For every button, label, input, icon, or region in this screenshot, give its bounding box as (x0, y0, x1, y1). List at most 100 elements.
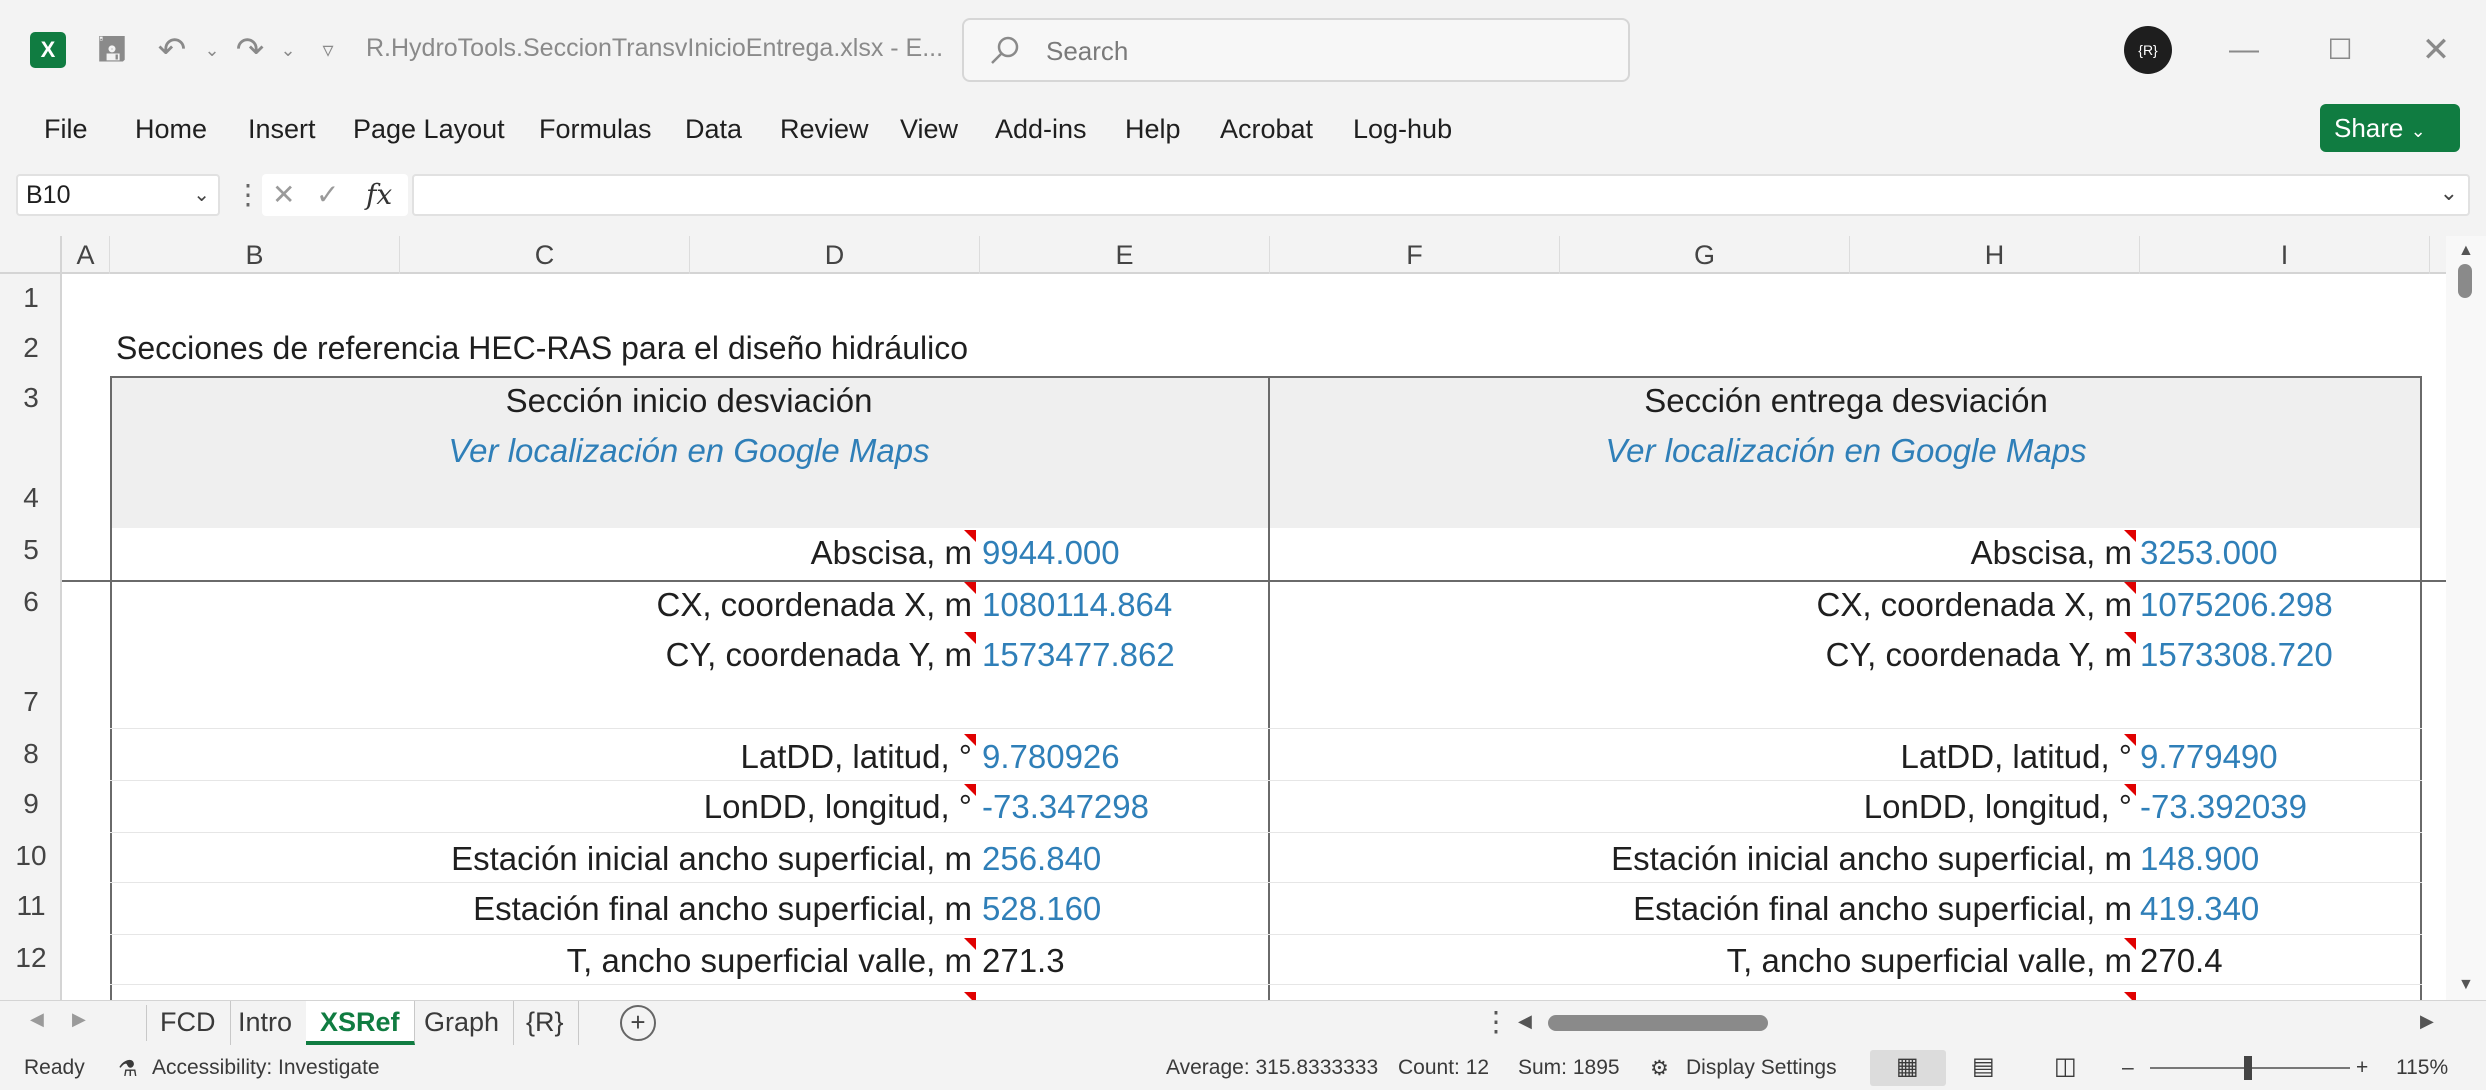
page-break-preview-icon[interactable]: ◫ (2054, 1052, 2077, 1081)
accessibility-icon[interactable]: ⚗ (118, 1056, 138, 1082)
name-box[interactable]: B10 ⌄ (16, 174, 220, 216)
save-icon[interactable]: 🖪 (90, 28, 134, 72)
select-all-corner[interactable] (0, 236, 62, 274)
right-est-fin-value[interactable]: 419.340 (2140, 890, 2259, 928)
display-settings-icon[interactable]: ⚙ (1650, 1056, 1669, 1081)
row-header-5[interactable]: 5 (0, 534, 62, 566)
redo-dropdown-icon[interactable]: ⌄ (266, 28, 310, 72)
scroll-tabs-right-icon[interactable]: ▶ (72, 1009, 86, 1030)
close-icon[interactable]: ✕ (2406, 20, 2466, 80)
zoom-level[interactable]: 115% (2396, 1056, 2448, 1080)
row-header-10[interactable]: 10 (0, 840, 62, 872)
scroll-up-icon[interactable]: ▲ (2458, 242, 2474, 260)
add-sheet-icon[interactable]: + (620, 1005, 656, 1041)
right-t-value[interactable]: 270.4 (2140, 942, 2223, 980)
column-header-c[interactable]: C (400, 236, 690, 274)
sheet-tab-fcd[interactable]: FCD (146, 1001, 231, 1045)
tab-review[interactable]: Review (780, 114, 869, 145)
vertical-scrollbar[interactable]: ▲ ▼ (2446, 236, 2486, 1000)
column-header-a[interactable]: A (62, 236, 110, 274)
column-header-f[interactable]: F (1270, 236, 1560, 274)
expand-formula-bar-icon[interactable]: ⌄ (2440, 180, 2458, 206)
row-header-12[interactable]: 12 (0, 942, 62, 974)
formula-input[interactable]: ⌄ (412, 174, 2470, 216)
right-cx-value[interactable]: 1075206.298 (2140, 586, 2333, 624)
row-header-7[interactable]: 7 (0, 686, 62, 718)
enter-icon[interactable]: ✓ (316, 174, 339, 216)
sheet-tab-graph[interactable]: Graph (410, 1001, 515, 1045)
row-header-3[interactable]: 3 (0, 382, 62, 414)
right-lat-value[interactable]: 9.779490 (2140, 738, 2278, 776)
comment-indicator-icon[interactable] (964, 632, 976, 644)
scroll-left-icon[interactable]: ◀ (1518, 1011, 1532, 1032)
comment-indicator-icon[interactable] (2124, 582, 2136, 594)
tab-data[interactable]: Data (685, 114, 742, 145)
comment-indicator-icon[interactable] (964, 992, 976, 1000)
tab-home[interactable]: Home (135, 114, 207, 145)
scroll-right-icon[interactable]: ▶ (2420, 1011, 2434, 1032)
left-lat-value[interactable]: 9.780926 (982, 738, 1120, 776)
comment-indicator-icon[interactable] (964, 734, 976, 746)
left-cx-value[interactable]: 1080114.864 (982, 586, 1172, 624)
average-stat[interactable]: Average: 315.8333333 (1166, 1056, 1378, 1080)
zoom-out-icon[interactable]: – (2122, 1056, 2134, 1080)
row-header-1[interactable]: 1 (0, 282, 62, 314)
account-avatar[interactable]: {R} (2124, 26, 2172, 74)
left-cy-value[interactable]: 1573477.862 (982, 636, 1175, 674)
comment-indicator-icon[interactable] (2124, 938, 2136, 950)
row-header-4[interactable]: 4 (0, 482, 62, 514)
worksheet-grid[interactable]: A B C D E F G H I 1 2 3 4 5 6 7 8 9 10 1… (0, 236, 2486, 1000)
zoom-in-icon[interactable]: + (2356, 1056, 2368, 1080)
left-est-ini-value[interactable]: 256.840 (982, 840, 1101, 878)
left-est-fin-value[interactable]: 528.160 (982, 890, 1101, 928)
tab-help[interactable]: Help (1125, 114, 1181, 145)
tab-view[interactable]: View (900, 114, 958, 145)
comment-indicator-icon[interactable] (2124, 992, 2136, 1000)
row-header-9[interactable]: 9 (0, 788, 62, 820)
tab-formulas[interactable]: Formulas (539, 114, 652, 145)
cancel-icon[interactable]: ✕ (272, 174, 295, 216)
sheet-tab-xsref[interactable]: XSRef (306, 1001, 415, 1045)
comment-indicator-icon[interactable] (964, 784, 976, 796)
row-header-8[interactable]: 8 (0, 738, 62, 770)
column-header-i[interactable]: I (2140, 236, 2430, 274)
column-header-h[interactable]: H (1850, 236, 2140, 274)
comment-indicator-icon[interactable] (2124, 784, 2136, 796)
count-stat[interactable]: Count: 12 (1398, 1056, 1489, 1080)
column-header-g[interactable]: G (1560, 236, 1850, 274)
zoom-slider-thumb[interactable] (2244, 1056, 2252, 1080)
left-google-maps-link[interactable]: Ver localización en Google Maps (110, 432, 1268, 470)
horizontal-scroll-thumb[interactable] (1548, 1015, 1768, 1031)
column-header-d[interactable]: D (690, 236, 980, 274)
right-lon-value[interactable]: -73.392039 (2140, 788, 2307, 826)
row-header-2[interactable]: 2 (0, 332, 62, 364)
sum-stat[interactable]: Sum: 1895 (1518, 1056, 1620, 1080)
left-t-value[interactable]: 271.3 (982, 942, 1065, 980)
tab-add-ins[interactable]: Add-ins (995, 114, 1087, 145)
more-options-icon[interactable]: ⋮ (1482, 1005, 1510, 1038)
row-header-11[interactable]: 11 (0, 890, 62, 922)
column-header-b[interactable]: B (110, 236, 400, 274)
right-google-maps-link[interactable]: Ver localización en Google Maps (1270, 432, 2422, 470)
left-lon-value[interactable]: -73.347298 (982, 788, 1149, 826)
scroll-down-icon[interactable]: ▼ (2458, 976, 2474, 994)
chevron-down-icon[interactable]: ⌄ (193, 176, 210, 214)
accessibility-status[interactable]: Accessibility: Investigate (152, 1056, 380, 1080)
right-abscisa-value[interactable]: 3253.000 (2140, 534, 2278, 572)
comment-indicator-icon[interactable] (964, 938, 976, 950)
row-header-6[interactable]: 6 (0, 586, 62, 618)
tab-log-hub[interactable]: Log-hub (1353, 114, 1452, 145)
comment-indicator-icon[interactable] (2124, 530, 2136, 542)
sheet-tab-intro[interactable]: Intro (224, 1001, 308, 1045)
column-header-e[interactable]: E (980, 236, 1270, 274)
tab-acrobat[interactable]: Acrobat (1220, 114, 1313, 145)
undo-icon[interactable]: ↶ (150, 28, 194, 72)
scroll-tabs-left-icon[interactable]: ◀ (30, 1009, 44, 1030)
tab-insert[interactable]: Insert (248, 114, 316, 145)
share-button[interactable]: Share ⌄ (2320, 104, 2460, 152)
search-box[interactable]: Search (962, 18, 1630, 82)
comment-indicator-icon[interactable] (964, 530, 976, 542)
tab-page-layout[interactable]: Page Layout (353, 114, 505, 145)
vertical-scroll-thumb[interactable] (2458, 264, 2472, 298)
right-cy-value[interactable]: 1573308.720 (2140, 636, 2333, 674)
